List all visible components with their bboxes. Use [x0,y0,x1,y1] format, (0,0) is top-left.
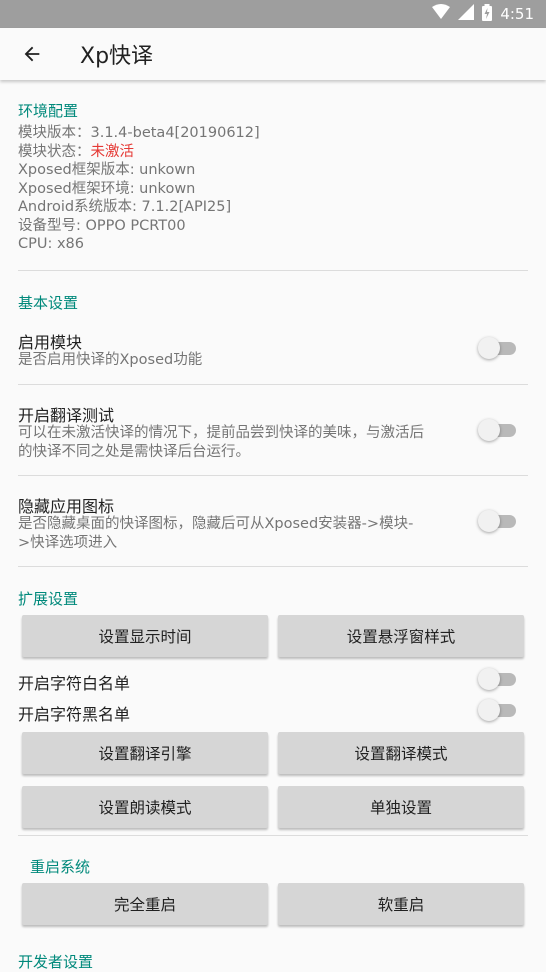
divider [18,835,528,836]
enable-module-switch[interactable] [478,337,518,359]
xposed-env: Xposed框架环境: unkown [18,180,196,197]
soft-reboot-button[interactable]: 软重启 [278,883,524,925]
module-status: 未激活 [90,143,135,160]
blacklist-switch[interactable] [478,699,518,721]
signal-icon [458,4,475,24]
cpu-info: CPU: x86 [18,236,85,252]
section-title-extended: 扩展设置 [18,590,79,608]
set-engine-button[interactable]: 设置翻译引擎 [22,732,268,774]
divider [18,475,528,476]
pref-enable-module-summary: 是否启用快译的Xposed功能 [18,352,203,368]
divider [18,566,528,567]
whitelist-label: 开启字符白名单 [18,674,131,693]
whitelist-switch[interactable] [478,668,518,690]
pref-hide-icon-title[interactable]: 隐藏应用图标 [18,493,114,517]
status-bar: 4:51 [0,0,546,28]
single-setting-button[interactable]: 单独设置 [278,786,524,828]
module-version-row: 模块版本：3.1.4-beta4[20190612] [18,125,260,141]
section-title-developer: 开发者设置 [18,953,94,971]
back-button[interactable] [0,28,64,80]
pref-translate-test-summary: 可以在未激活快译的情况下，提前品尝到快译的美味，与激活后的快译不同之处是需快译后… [18,425,424,460]
set-read-mode-button[interactable]: 设置朗读模式 [22,786,268,828]
section-title-basic: 基本设置 [18,294,79,312]
blacklist-label: 开启字符黑名单 [18,705,131,724]
module-status-row: 模块状态：未激活 [18,143,135,160]
wifi-icon [432,4,451,24]
xposed-version: Xposed框架版本: unkown [18,162,196,178]
set-display-time-button[interactable]: 设置显示时间 [22,615,268,657]
set-float-style-button[interactable]: 设置悬浮窗样式 [278,615,524,657]
module-version: 3.1.4-beta4[20190612] [90,125,260,141]
translate-test-switch[interactable] [478,419,518,441]
divider [18,384,528,385]
hide-icon-switch[interactable] [478,510,518,532]
pref-enable-module-title[interactable]: 启用模块 [18,329,82,353]
pref-hide-icon-summary: 是否隐藏桌面的快译图标，隐藏后可从Xposed安装器->模块->快译选项进入 [18,516,414,551]
full-reboot-button[interactable]: 完全重启 [22,883,268,925]
section-title-reboot: 重启系统 [30,858,91,876]
android-version: Android系统版本: 7.1.2[API25] [18,199,232,215]
arrow-back-icon [24,46,40,62]
app-bar: Xp快译 [0,28,546,80]
divider [18,270,528,271]
pref-translate-test-title[interactable]: 开启翻译测试 [18,402,114,426]
status-time: 4:51 [500,5,534,23]
section-title-env: 环境配置 [18,102,79,120]
battery-icon [482,3,493,25]
env-info: 模块版本：3.1.4-beta4[20190612] 模块状态：未激活 Xpos… [18,124,260,254]
page-title: Xp快译 [80,44,154,69]
set-mode-button[interactable]: 设置翻译模式 [278,732,524,774]
device-model: 设备型号: OPPO PCRT00 [18,217,186,234]
